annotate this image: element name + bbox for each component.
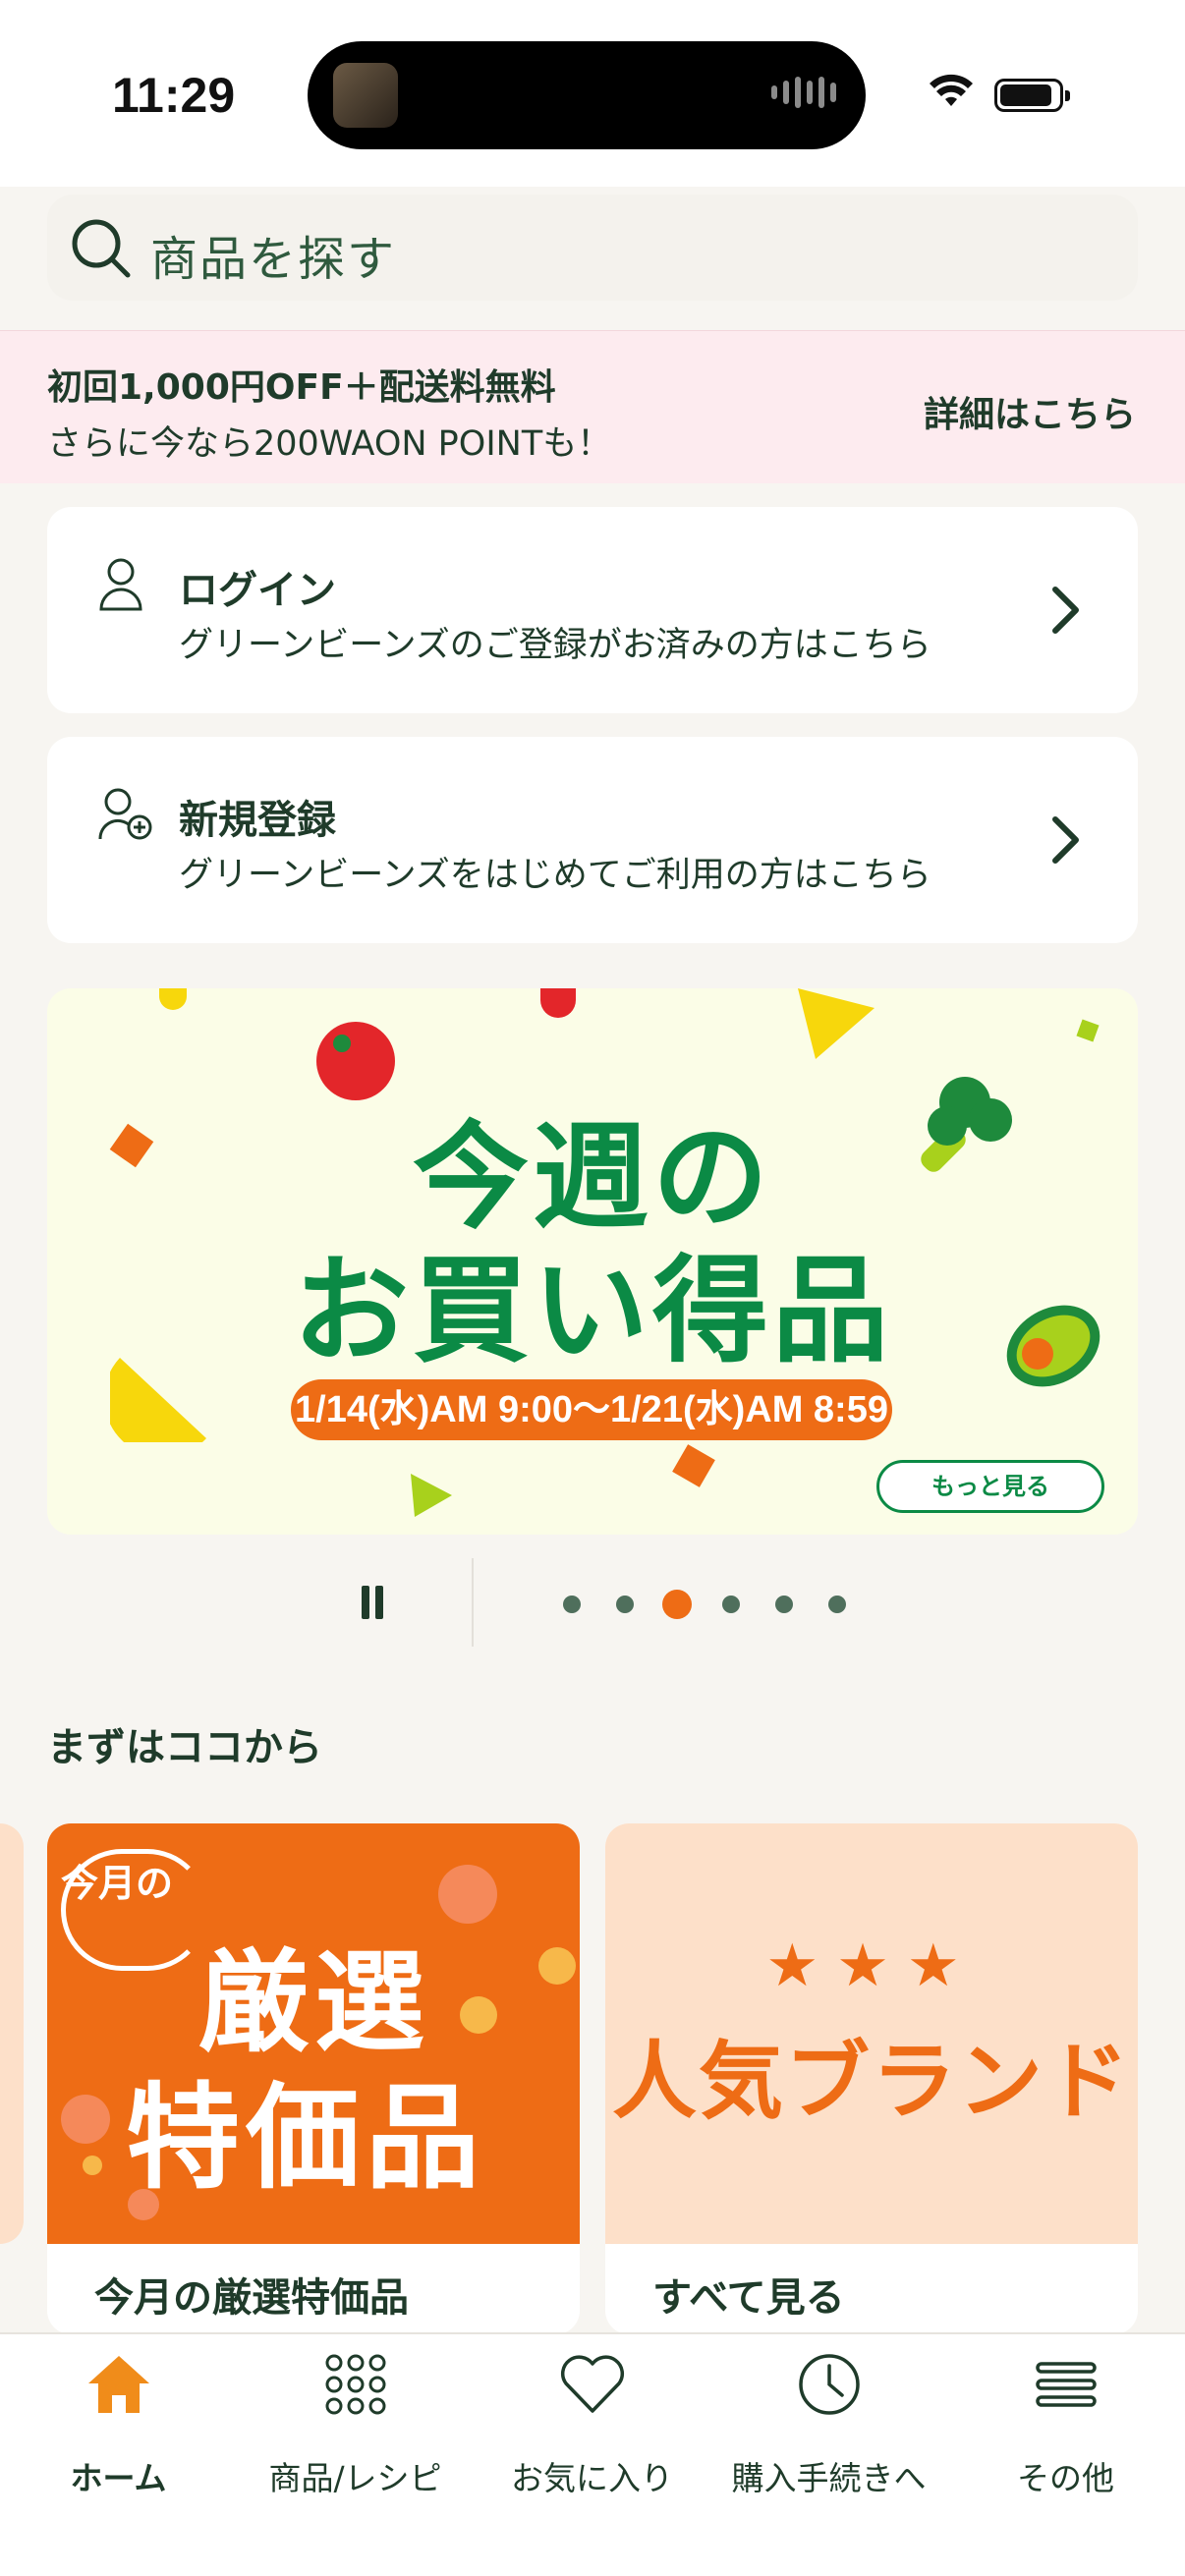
- register-title: 新規登録: [179, 798, 336, 843]
- promo-banner[interactable]: 初回1,000円OFF＋配送料無料 さらに今なら200WAON POINTも！ …: [0, 330, 1185, 483]
- wifi-icon: [930, 74, 973, 106]
- divider: [472, 1558, 474, 1647]
- login-card[interactable]: ログイン グリーンビーンズのご登録がお済みの方はこちら: [47, 507, 1138, 713]
- tile-art-text: 人気ブランド: [612, 2033, 1131, 2131]
- stars-icon: ★★★: [765, 1932, 978, 2000]
- dynamic-island[interactable]: [308, 41, 866, 149]
- tab-products-recipes[interactable]: 商品/レシピ: [237, 2334, 474, 2576]
- carousel-dot-active[interactable]: [662, 1590, 692, 1619]
- register-card[interactable]: 新規登録 グリーンビーンズをはじめてご利用の方はこちら: [47, 737, 1138, 943]
- tile-image: ★★★ 人気ブランド: [605, 1823, 1138, 2244]
- triangle-shape: [409, 1474, 452, 1521]
- search-icon: [72, 219, 131, 278]
- carousel-dot[interactable]: [775, 1596, 793, 1613]
- tile-badge: 今月の: [61, 1862, 174, 1905]
- register-subtitle: グリーンビーンズをはじめてご利用の方はこちら: [179, 856, 931, 895]
- menu-icon: [1035, 2362, 1097, 2407]
- square-shape: [672, 1444, 715, 1487]
- banner-date-range: 1/14(水)AM 9:00〜1/21(水)AM 8:59: [291, 1379, 892, 1440]
- carousel-pager: [0, 1558, 1185, 1647]
- tab-label: 購入手続きへ: [731, 2459, 927, 2497]
- tab-home[interactable]: ホーム: [0, 2334, 237, 2576]
- section-title: まずはココから: [47, 1725, 322, 1770]
- status-bar: 11:29: [0, 0, 1185, 187]
- search-input[interactable]: 商品を探す: [150, 220, 396, 289]
- dot-shape: [540, 988, 576, 1018]
- heart-icon: [560, 2355, 624, 2413]
- dot-shape: [438, 1865, 497, 1924]
- pause-icon[interactable]: [358, 1586, 387, 1619]
- tile-label: 今月の厳選特価品: [94, 2275, 409, 2321]
- bottom-tab-bar: ホーム 商品/レシピ お気に入り 購入手続きへ その他: [0, 2332, 1185, 2576]
- promo-subline: さらに今なら200WAON POINTも！: [47, 424, 612, 464]
- chevron-right-icon: [1052, 587, 1079, 634]
- dot-shape: [460, 1996, 497, 2034]
- tile-monthly-specials[interactable]: 今月の 厳選 特価品 今月の厳選特価品: [47, 1823, 580, 2334]
- triangle-shape: [798, 988, 875, 1063]
- weekly-deals-banner[interactable]: 今週の お買い得品 1/14(水)AM 9:00〜1/21(水)AM 8:59 …: [47, 988, 1138, 1535]
- dot-shape: [83, 2156, 102, 2175]
- dot-shape: [61, 2095, 110, 2144]
- tile-label: すべて見る: [652, 2275, 845, 2321]
- now-playing-artwork: [333, 63, 398, 128]
- home-icon: [87, 2356, 149, 2413]
- promo-headline: 初回1,000円OFF＋配送料無料: [47, 367, 556, 408]
- dot-shape: [538, 1947, 576, 1985]
- dot-shape: [159, 988, 187, 1010]
- tab-more[interactable]: その他: [947, 2334, 1184, 2576]
- banner-title-line2: お買い得品: [292, 1243, 892, 1378]
- chevron-right-icon: [1052, 816, 1079, 864]
- tile-art-text-line2: 特価品: [126, 2072, 485, 2205]
- tab-label: 商品/レシピ: [268, 2459, 442, 2497]
- grid-icon: [325, 2354, 385, 2415]
- banner-more-button[interactable]: もっと見る: [876, 1460, 1104, 1513]
- user-add-icon: [98, 788, 152, 840]
- clock-icon: [798, 2354, 860, 2415]
- tile-image: 今月の 厳選 特価品: [47, 1823, 580, 2244]
- tab-label: お気に入り: [511, 2459, 673, 2497]
- tab-label: ホーム: [70, 2459, 167, 2497]
- battery-icon: [994, 79, 1070, 112]
- tab-checkout[interactable]: 購入手続きへ: [710, 2334, 947, 2576]
- carousel-dot[interactable]: [563, 1596, 581, 1613]
- login-subtitle: グリーンビーンズのご登録がお済みの方はこちら: [179, 626, 931, 665]
- carousel-dot[interactable]: [722, 1596, 740, 1613]
- square-shape: [1076, 1019, 1100, 1042]
- tab-favorites[interactable]: お気に入り: [474, 2334, 710, 2576]
- tab-label: その他: [1017, 2459, 1114, 2497]
- search-bar[interactable]: 商品を探す: [47, 195, 1138, 301]
- tile-popular-brands[interactable]: ★★★ 人気ブランド すべて見る: [605, 1823, 1138, 2334]
- previous-tile-peek[interactable]: [0, 1823, 24, 2244]
- user-icon: [99, 558, 142, 611]
- carousel-dot[interactable]: [616, 1596, 634, 1613]
- login-title: ログイン: [179, 568, 336, 613]
- audio-waveform-icon: [771, 77, 836, 108]
- carousel-dot[interactable]: [828, 1596, 846, 1613]
- status-time: 11:29: [112, 68, 236, 123]
- promo-details-link[interactable]: 詳細はこちら: [924, 386, 1136, 437]
